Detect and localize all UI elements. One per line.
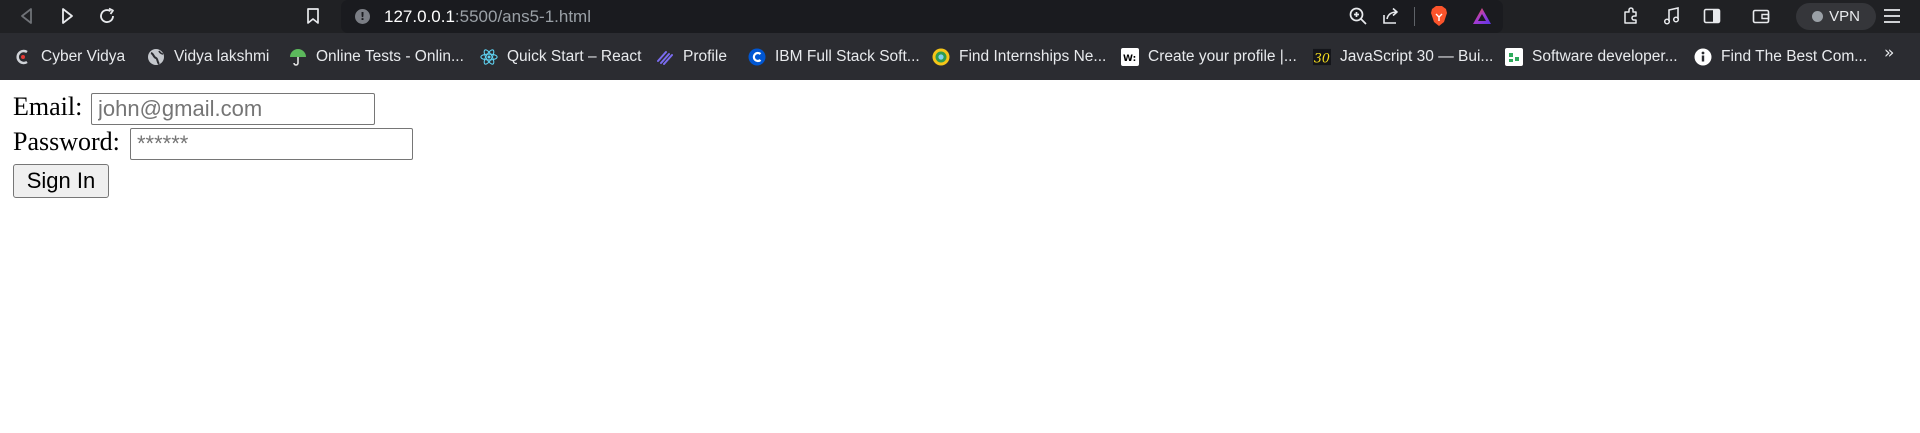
sidebar-icon	[1703, 8, 1721, 24]
svg-text:30: 30	[1314, 50, 1330, 65]
vpn-button[interactable]: VPN	[1796, 3, 1876, 30]
bookmark-label: Quick Start – React	[507, 48, 642, 65]
password-field[interactable]	[130, 128, 413, 160]
zoom-in-icon	[1349, 7, 1367, 25]
naukri-icon	[1505, 48, 1523, 66]
bookmark-item[interactable]: Find Internships Ne...	[932, 45, 1106, 69]
bookmark-label: Find The Best Com...	[1721, 48, 1868, 65]
bookmark-label: Software developer...	[1532, 48, 1678, 65]
url-text[interactable]: 127.0.0.1:5500/ans5-1.html	[384, 7, 591, 27]
bookmark-item[interactable]: Cyber Vidya	[14, 45, 125, 69]
url-divider	[1414, 7, 1415, 26]
bookmark-page-button[interactable]	[298, 1, 328, 31]
internshala-icon	[932, 48, 950, 66]
forward-button[interactable]	[52, 1, 82, 31]
back-button[interactable]	[12, 1, 42, 31]
url-host: 127.0.0.1	[384, 7, 455, 26]
umbrella-icon	[289, 48, 307, 66]
bookmark-item[interactable]: 30 JavaScript 30 — Bui...	[1313, 45, 1493, 69]
bookmark-label: Vidya lakshmi	[174, 48, 270, 65]
bookmark-label: Online Tests - Onlin...	[316, 48, 464, 65]
reload-button[interactable]	[92, 1, 122, 31]
brave-rewards-button[interactable]	[1471, 5, 1493, 27]
svg-text:W:: W:	[1123, 54, 1136, 64]
globe-icon	[147, 48, 165, 66]
sidebar-button[interactable]	[1697, 1, 1727, 31]
share-button[interactable]	[1380, 5, 1402, 27]
bookmark-item[interactable]: Online Tests - Onlin...	[289, 45, 464, 69]
bookmark-item[interactable]: Vidya lakshmi	[147, 45, 269, 69]
sign-in-button[interactable]: Sign In	[13, 164, 109, 198]
wellfound-icon: W:	[1121, 48, 1139, 66]
react-icon	[480, 48, 498, 66]
js30-icon: 30	[1313, 48, 1331, 66]
bookmark-item[interactable]: Software developer...	[1505, 45, 1678, 69]
hamburger-menu-icon	[1884, 9, 1900, 23]
rewards-triangle-icon	[1473, 8, 1491, 24]
profile-icon	[656, 48, 674, 66]
back-icon	[21, 8, 32, 24]
forward-icon	[62, 8, 73, 24]
media-button[interactable]	[1657, 1, 1687, 31]
bookmark-icon	[307, 8, 319, 24]
bookmark-item[interactable]: Find The Best Com...	[1694, 45, 1867, 69]
reload-icon	[100, 7, 114, 23]
zoom-button[interactable]	[1347, 5, 1369, 27]
wallet-icon	[1752, 9, 1770, 24]
url-path: :5500/ans5-1.html	[454, 7, 591, 26]
bookmark-item[interactable]: W: Create your profile |...	[1121, 45, 1297, 69]
bookmark-item[interactable]: Profile	[656, 45, 727, 69]
bookmarks-overflow-button[interactable]: »	[1884, 43, 1894, 63]
coursera-icon	[748, 48, 766, 66]
bookmark-label: Create your profile |...	[1148, 48, 1297, 65]
wallet-button[interactable]	[1746, 1, 1776, 31]
bookmark-item[interactable]: Quick Start – React	[480, 45, 641, 69]
bookmark-label: Cyber Vidya	[41, 48, 126, 65]
puzzle-icon	[1624, 7, 1637, 24]
bookmark-item[interactable]: IBM Full Stack Soft...	[748, 45, 920, 69]
email-field[interactable]	[91, 93, 375, 125]
email-row: Email:	[13, 92, 82, 122]
bookmark-label: Profile	[683, 48, 727, 65]
cyber-vidya-icon	[14, 48, 32, 66]
bookmarks-bar: Cyber Vidya Vidya lakshmi Online Tests -…	[0, 33, 1920, 80]
browser-toolbar: ! 127.0.0.1:5500/ans5-1.html VPN	[0, 0, 1920, 33]
share-icon	[1383, 7, 1398, 24]
brave-shields-button[interactable]	[1428, 5, 1450, 27]
info-icon	[1694, 48, 1712, 66]
email-label: Email:	[13, 92, 83, 121]
bookmark-label: Find Internships Ne...	[959, 48, 1107, 65]
bookmark-label: IBM Full Stack Soft...	[775, 48, 920, 65]
extensions-button[interactable]	[1616, 1, 1646, 31]
brave-lion-icon	[1431, 6, 1447, 26]
bookmark-label: JavaScript 30 — Bui...	[1340, 48, 1494, 65]
site-info-icon[interactable]: !	[355, 9, 370, 24]
vpn-label: VPN	[1829, 8, 1860, 25]
vpn-status-icon	[1812, 11, 1824, 22]
page-content: Email: Password: Sign In	[0, 80, 1920, 433]
password-label: Password:	[13, 127, 120, 156]
password-row: Password:	[13, 127, 120, 157]
main-menu-button[interactable]	[1877, 1, 1907, 31]
address-bar[interactable]: ! 127.0.0.1:5500/ans5-1.html	[341, 0, 1503, 33]
music-note-icon	[1663, 7, 1680, 25]
